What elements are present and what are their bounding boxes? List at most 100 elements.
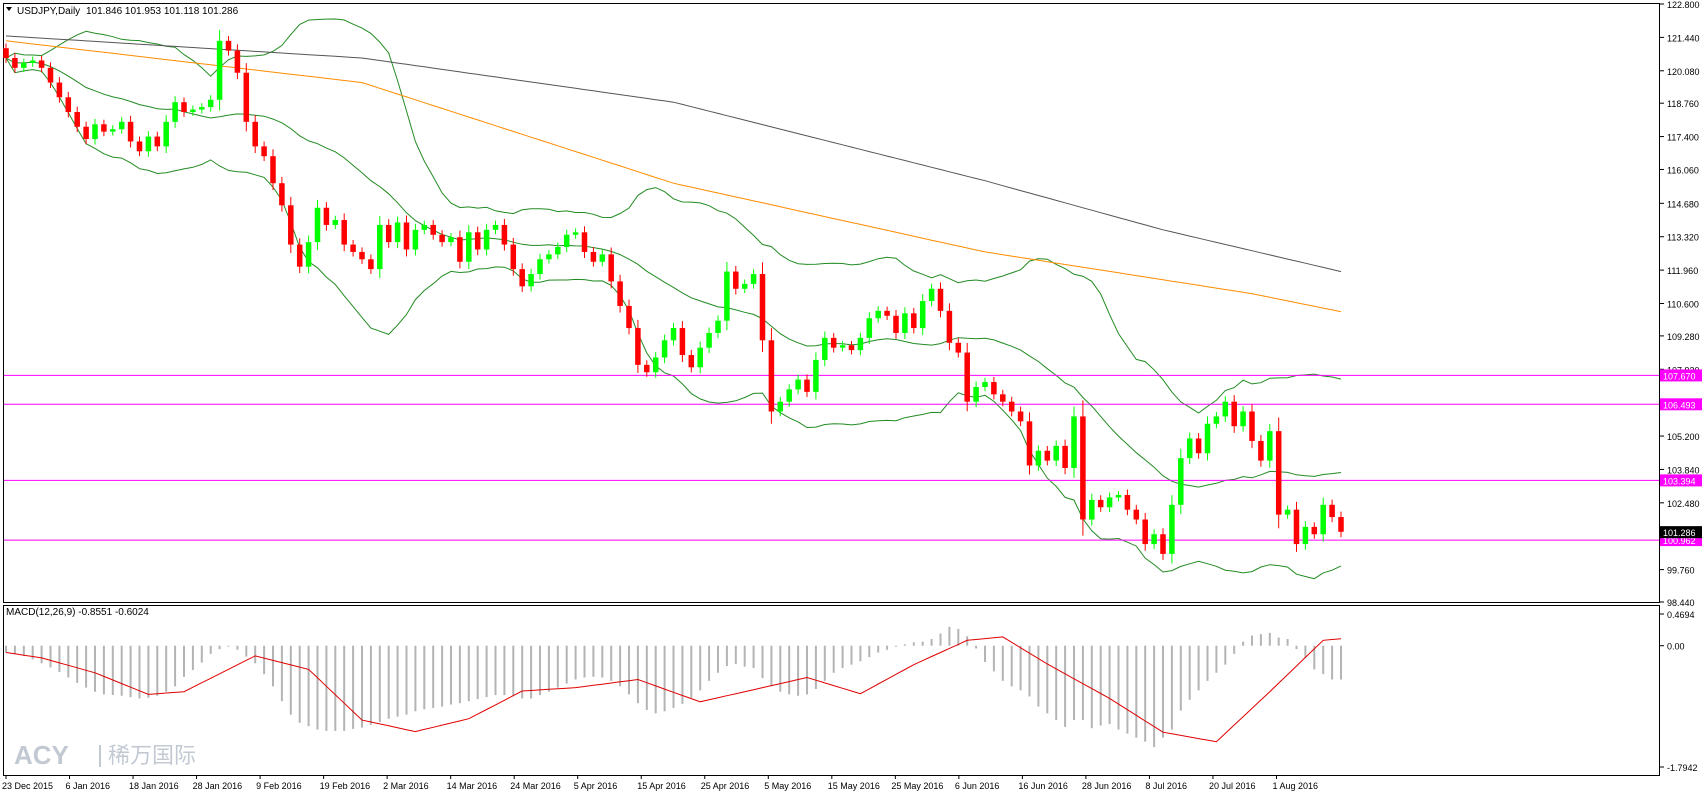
candlesticks xyxy=(3,30,1344,564)
candle-body xyxy=(136,141,143,152)
macd-histogram-bar xyxy=(280,645,283,702)
macd-histogram-bar xyxy=(316,645,319,730)
candle-body xyxy=(394,222,401,243)
macd-histogram-bar xyxy=(583,645,586,678)
watermark: ACY 稀万国际 xyxy=(14,740,196,770)
macd-histogram-bar xyxy=(565,645,568,684)
price-tick-label: 105.200 xyxy=(1667,432,1700,442)
candle-body xyxy=(857,337,864,351)
macd-histogram-bar xyxy=(975,645,978,649)
candle-body xyxy=(1142,519,1148,545)
time-tick-label: 2 Mar 2016 xyxy=(383,781,429,791)
bollinger-upper xyxy=(5,18,1342,414)
macd-histogram-bar xyxy=(423,645,426,710)
macd-histogram-bar xyxy=(476,645,479,700)
macd-histogram-bar xyxy=(1117,645,1120,730)
macd-histogram-bar xyxy=(957,628,960,646)
macd-histogram-bar xyxy=(1286,638,1289,646)
time-tick-label: 25 Apr 2016 xyxy=(701,781,750,791)
candle-body xyxy=(261,146,267,157)
macd-histogram-bar xyxy=(129,645,132,698)
candle-body xyxy=(421,224,428,230)
candle-body xyxy=(1115,494,1122,498)
candle-body xyxy=(1026,421,1033,466)
bollinger-middle xyxy=(5,57,1342,488)
candle-body xyxy=(163,121,169,147)
candle-body xyxy=(510,244,517,270)
candle-body xyxy=(12,58,18,68)
macd-histogram-bar xyxy=(245,645,248,657)
price-tick-label: 118.760 xyxy=(1667,99,1699,109)
candle-body xyxy=(403,222,410,250)
candle-body xyxy=(1311,526,1318,535)
macd-histogram-bar xyxy=(183,645,185,677)
macd-histogram-bar xyxy=(1055,645,1058,721)
time-tick-label: 15 Apr 2016 xyxy=(637,781,686,791)
candle-body xyxy=(528,274,534,287)
macd-histogram-bar xyxy=(272,645,274,687)
candle-body xyxy=(679,328,686,356)
candle-body xyxy=(439,234,445,243)
macd-histogram-bar xyxy=(307,645,310,727)
candle-body xyxy=(252,121,258,147)
candle-body xyxy=(1338,517,1344,532)
candle-body xyxy=(563,234,570,248)
macd-histogram-bar xyxy=(601,645,604,678)
candle-body xyxy=(501,224,508,245)
candle-body xyxy=(3,48,9,59)
price-tick-label: 110.600 xyxy=(1667,299,1699,309)
candle-body xyxy=(29,60,36,63)
candle-body xyxy=(982,382,988,387)
macd-histogram-bar xyxy=(1179,645,1182,711)
price-tick-label: 114.680 xyxy=(1667,199,1699,209)
macd-histogram-bar xyxy=(619,645,622,687)
candle-body xyxy=(1169,504,1175,554)
macd-histogram-bar xyxy=(94,645,96,692)
macd-histogram-bar xyxy=(31,645,34,660)
candle-body xyxy=(1097,499,1104,508)
macd-histogram-bar xyxy=(387,645,390,719)
candle-body xyxy=(848,345,855,351)
candle-body xyxy=(759,274,766,341)
candle-body xyxy=(964,352,970,402)
candle-body xyxy=(724,271,730,321)
macd-tick-label: 0.00 xyxy=(1667,642,1685,652)
macd-histogram-bar xyxy=(903,644,906,646)
candle-body xyxy=(822,337,828,360)
candle-body xyxy=(697,347,703,368)
macd-histogram-bar xyxy=(992,645,995,672)
candle-body xyxy=(1195,438,1202,454)
macd-histogram-bar xyxy=(779,645,782,692)
candle-body xyxy=(181,102,187,113)
candle-body xyxy=(795,379,801,390)
candle-body xyxy=(1222,401,1229,417)
time-tick-label: 23 Dec 2015 xyxy=(2,781,53,791)
macd-histogram-bar xyxy=(334,645,337,731)
candle-body xyxy=(928,288,935,302)
candle-body xyxy=(777,401,784,412)
candle-body xyxy=(911,313,917,329)
macd-histogram-bar xyxy=(948,626,951,646)
macd-histogram-bar xyxy=(156,645,159,696)
macd-histogram-bar xyxy=(227,645,230,647)
price-tick-label: 122.800 xyxy=(1667,0,1700,10)
price-tags: 107.670106.493103.394100.962101.286 xyxy=(1660,369,1702,547)
macd-histogram-bar xyxy=(610,645,613,681)
macd-histogram-bar xyxy=(369,645,372,725)
ohlc-label: 101.846 101.953 101.118 101.286 xyxy=(86,6,239,17)
macd-histogram-bar xyxy=(672,645,675,708)
candle-body xyxy=(670,328,677,341)
macd-histogram-bar xyxy=(1001,645,1004,681)
macd-histogram-bar xyxy=(654,645,657,714)
candle-body xyxy=(599,254,606,262)
collapse-triangle-icon[interactable] xyxy=(6,7,12,11)
macd-histogram-bar xyxy=(40,645,43,664)
macd-histogram-bar xyxy=(823,645,826,681)
macd-histogram-bar xyxy=(1046,645,1049,714)
candle-body xyxy=(652,357,659,373)
candle-body xyxy=(1284,509,1291,515)
macd-histogram-bar xyxy=(120,645,123,696)
candle-body xyxy=(1160,534,1166,554)
candle-body xyxy=(661,340,668,358)
candle-body xyxy=(314,207,321,243)
